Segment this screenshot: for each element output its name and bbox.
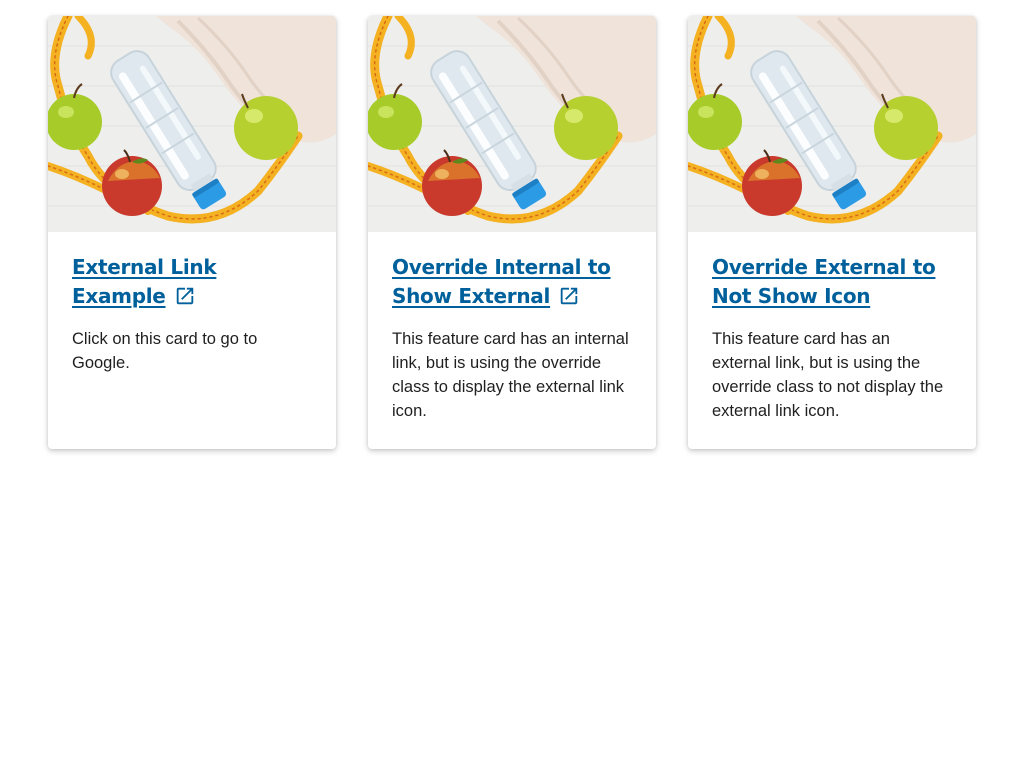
- card-image: [688, 16, 976, 232]
- card-description: This feature card has an external link, …: [712, 330, 944, 420]
- feature-card-external-link[interactable]: External Link Example Click on this card…: [48, 16, 336, 449]
- card-body: External Link Example Click on this card…: [48, 232, 336, 375]
- card-body: Override External to Not Show Icon This …: [688, 232, 976, 423]
- card-description: Click on this card to go to Google.: [72, 330, 258, 372]
- feature-card-override-internal[interactable]: Override Internal to Show External This …: [368, 16, 656, 449]
- feature-card-list: External Link Example Click on this card…: [48, 16, 976, 449]
- card-description: This feature card has an internal link, …: [392, 330, 629, 420]
- card-title-link[interactable]: Override External to Not Show Icon: [712, 255, 936, 308]
- card-body: Override Internal to Show External This …: [368, 232, 656, 423]
- feature-card-override-external[interactable]: Override External to Not Show Icon This …: [688, 16, 976, 449]
- card-title: Override External to Not Show Icon: [712, 253, 952, 311]
- card-image: [368, 16, 656, 232]
- card-title: External Link Example: [72, 253, 312, 311]
- external-link-icon: [560, 287, 578, 305]
- external-link-icon: [176, 287, 193, 305]
- card-image: [48, 16, 336, 232]
- card-title: Override Internal to Show External: [392, 253, 632, 311]
